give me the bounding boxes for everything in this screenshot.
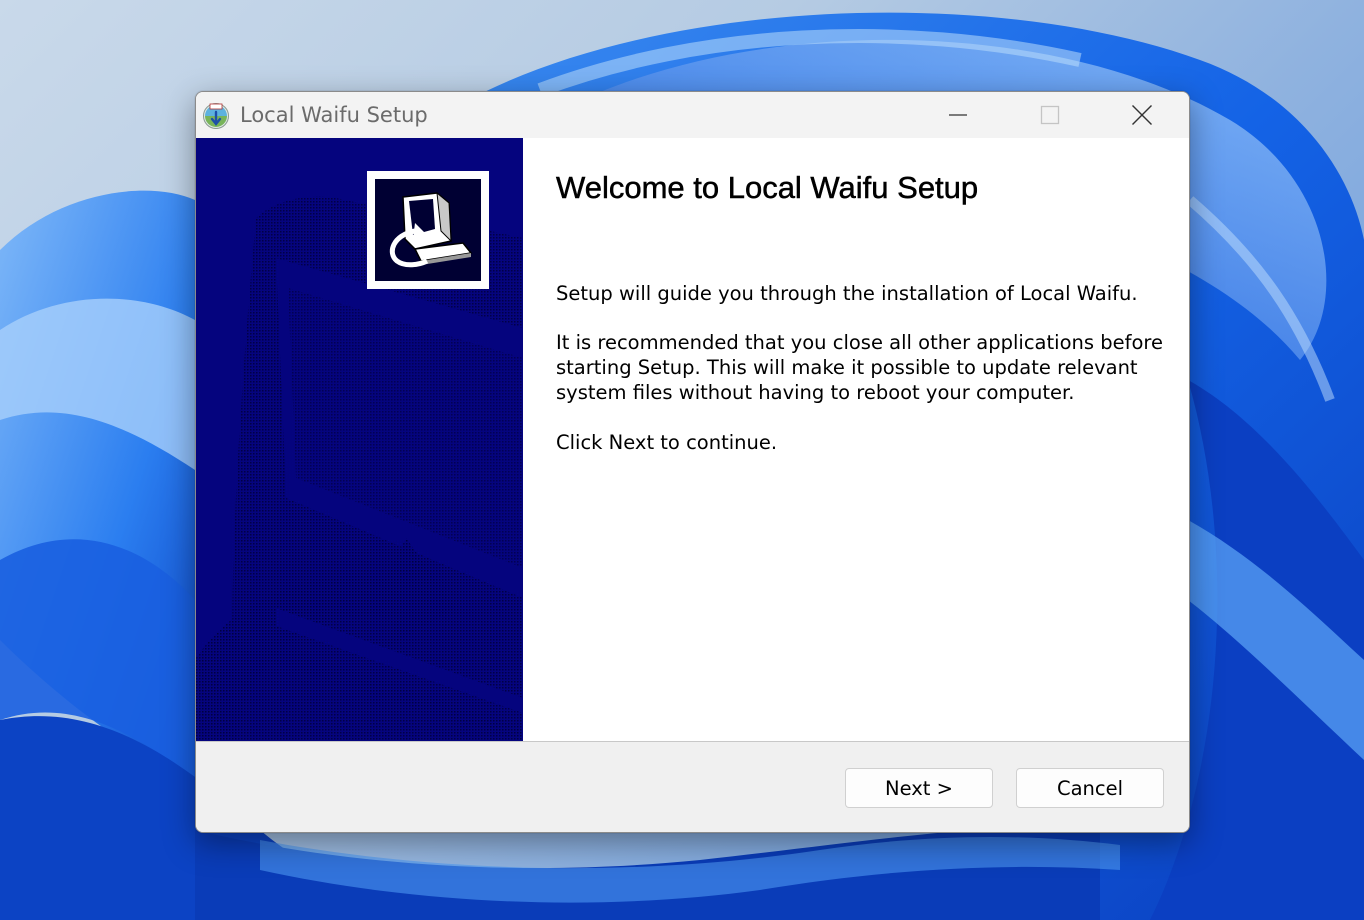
continue-instruction-text: Click Next to continue. (556, 431, 778, 454)
welcome-content-panel: Welcome to Local Waifu Setup Setup will … (523, 138, 1189, 741)
desktop: Local Waifu Setup Welcome to Local Waifu… (0, 0, 1364, 920)
minimize-button[interactable] (912, 92, 1004, 138)
maximize-button (1004, 92, 1096, 138)
cancel-button[interactable]: Cancel (1016, 768, 1164, 808)
close-icon (1132, 105, 1152, 125)
window-title: Local Waifu Setup (240, 103, 428, 127)
intro-text: Setup will guide you through the install… (556, 282, 1138, 305)
maximize-icon (1040, 105, 1060, 125)
setup-window: Local Waifu Setup Welcome to Local Waifu… (195, 91, 1190, 833)
welcome-banner-image (196, 138, 523, 741)
next-button[interactable]: Next > (845, 768, 993, 808)
recommendation-text: It is recommended that you close all oth… (556, 331, 1163, 404)
app-installer-icon (203, 103, 229, 129)
welcome-heading: Welcome to Local Waifu Setup (556, 170, 979, 206)
minimize-icon (949, 114, 967, 116)
title-bar[interactable]: Local Waifu Setup (196, 92, 1189, 138)
installer-computer-icon (390, 191, 473, 268)
button-bar: Next > Cancel (196, 741, 1189, 832)
installer-logo (367, 171, 489, 289)
close-button[interactable] (1096, 92, 1188, 138)
